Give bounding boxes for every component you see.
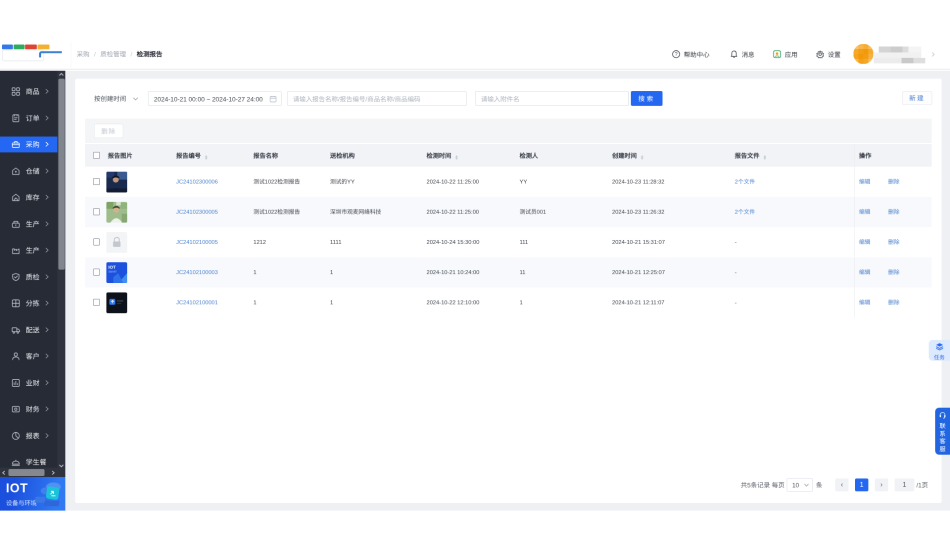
svg-text:IOT: IOT xyxy=(108,264,116,269)
svg-text:SMART: SMART xyxy=(108,270,117,273)
svg-text:?: ? xyxy=(675,52,678,58)
